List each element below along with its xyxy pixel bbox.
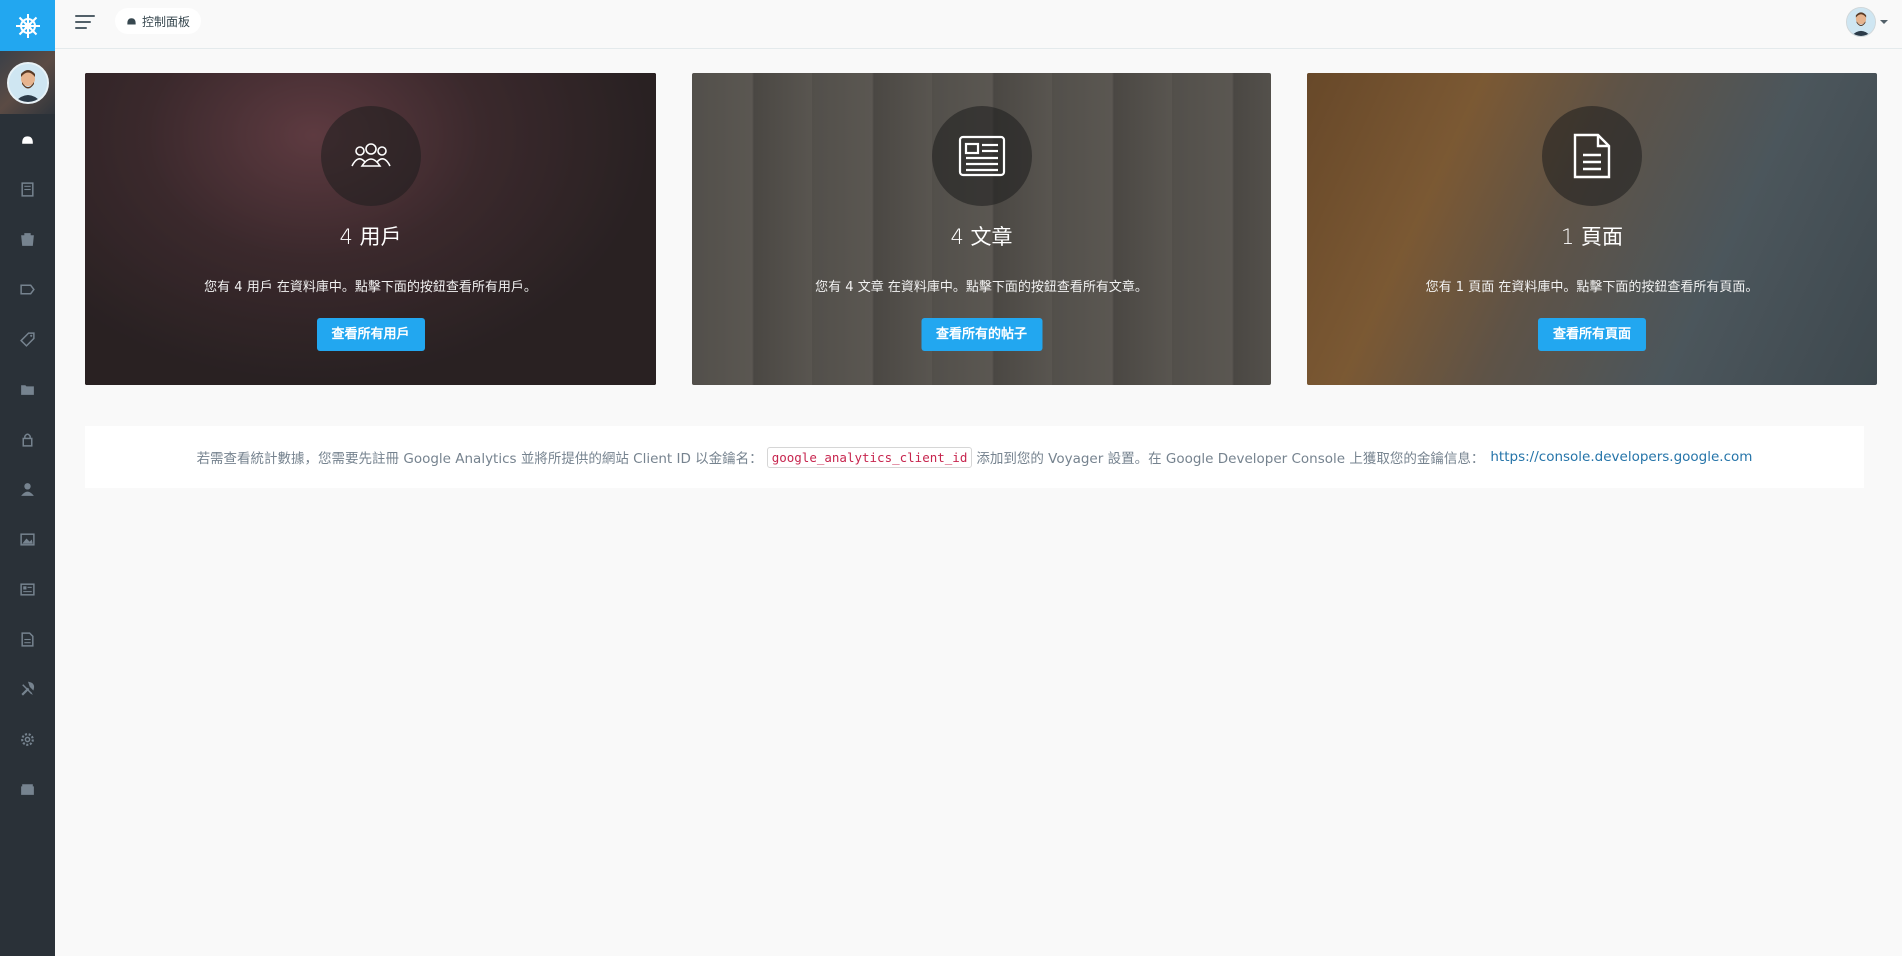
tools-icon (21, 681, 35, 696)
voyager-logo[interactable] (0, 0, 55, 51)
panel-title: 1 頁面 (1560, 225, 1624, 249)
folder-icon (21, 384, 34, 395)
lock-icon (22, 432, 33, 447)
sidebar-item-images[interactable] (0, 514, 55, 564)
posts-panel: 4 文章 您有 4 文章 在資料庫中。點擊下面的按鈕查看所有文章。 查看所有的帖… (692, 73, 1271, 385)
view-all-users-button[interactable]: 查看所有用戶 (316, 318, 425, 351)
hamburger-menu-icon[interactable] (75, 13, 97, 31)
panel-title: 4 文章 (950, 225, 1013, 249)
sidebar-item-tags[interactable] (0, 314, 55, 364)
panel-title: 4 用戶 (339, 225, 402, 249)
view-all-posts-button[interactable]: 查看所有的帖子 (920, 318, 1043, 351)
sidebar-item-media[interactable] (0, 164, 55, 214)
archive-icon (21, 783, 34, 795)
posts-icon (21, 232, 34, 246)
top-navbar: 控制面板 (55, 0, 1902, 49)
sidebar-item-folder[interactable] (0, 364, 55, 414)
sidebar-item-dashboard[interactable] (0, 114, 55, 164)
users-icon (320, 106, 421, 206)
users-panel: 4 用戶 您有 4 用戶 在資料庫中。點擊下面的按鈕查看所有用戶。 查看所有用戶 (85, 73, 656, 385)
news-icon (931, 106, 1032, 206)
sidebar-item-users[interactable] (0, 464, 55, 514)
panel-description: 您有 4 用戶 在資料庫中。點擊下面的按鈕查看所有用戶。 (204, 280, 537, 295)
google-console-link[interactable]: https://console.developers.google.com (1490, 449, 1752, 465)
sidebar-item-settings[interactable] (0, 714, 55, 764)
analytics-notice: 若需查看統計數據，您需要先註冊 Google Analytics 並將所提供的網… (85, 426, 1864, 488)
chevron-down-icon[interactable] (1880, 20, 1888, 24)
sidebar-item-roles[interactable] (0, 414, 55, 464)
settings-icon (21, 732, 34, 746)
user-avatar-menu[interactable] (1846, 7, 1876, 37)
sidebar-item-news[interactable] (0, 564, 55, 614)
media-icon (21, 181, 34, 197)
tags-icon (20, 331, 35, 347)
pages-panel: 1 頁面 您有 1 頁面 在資料庫中。點擊下面的按鈕查看所有頁面。 查看所有頁面 (1307, 73, 1877, 385)
news-icon (20, 582, 35, 596)
sidebar-item-pages[interactable] (0, 614, 55, 664)
dashboard-icon (127, 18, 136, 25)
breadcrumb-label: 控制面板 (142, 14, 191, 29)
analytics-text-before: 若需查看統計數據，您需要先註冊 Google Analytics 並將所提供的網… (196, 451, 763, 467)
sidebar-item-posts[interactable] (0, 214, 55, 264)
breadcrumb[interactable]: 控制面板 (115, 8, 202, 34)
helm-icon (15, 13, 40, 38)
analytics-key-code: google_analytics_client_id (766, 446, 973, 468)
document-icon (1542, 106, 1642, 206)
tag-icon (20, 284, 35, 294)
analytics-text-after: 添加到您的 Voyager 設置。在 Google Developer Cons… (976, 451, 1485, 467)
sidebar-item-categories[interactable] (0, 264, 55, 314)
user-icon (21, 482, 34, 496)
view-all-pages-button[interactable]: 查看所有頁面 (1537, 318, 1647, 351)
sidebar (0, 0, 55, 956)
document-icon (21, 631, 34, 647)
image-icon (20, 532, 35, 546)
sidebar-item-tools[interactable] (0, 664, 55, 714)
sidebar-menu (0, 114, 55, 814)
sidebar-item-archive[interactable] (0, 764, 55, 814)
panel-description: 您有 4 文章 在資料庫中。點擊下面的按鈕查看所有文章。 (815, 280, 1148, 295)
avatar[interactable] (6, 61, 49, 104)
panel-description: 您有 1 頁面 在資料庫中。點擊下面的按鈕查看所有頁面。 (1425, 280, 1759, 295)
sidebar-user-panel[interactable] (0, 51, 55, 114)
dashboard-icon (22, 135, 33, 144)
